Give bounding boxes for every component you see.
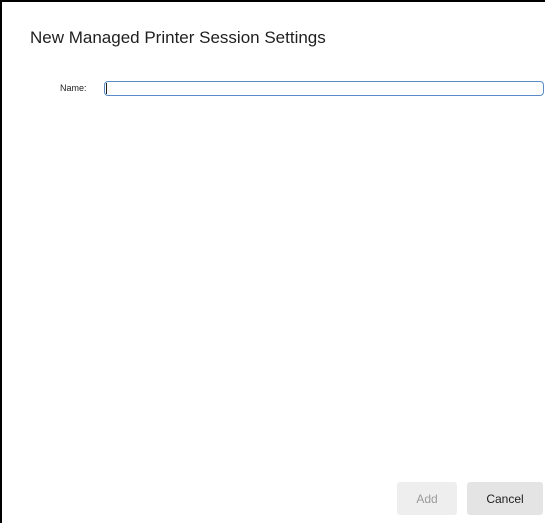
name-label: Name: — [60, 83, 87, 93]
add-button[interactable]: Add — [397, 482, 457, 515]
name-input[interactable] — [104, 81, 544, 96]
dialog-title: New Managed Printer Session Settings — [30, 28, 326, 47]
cancel-button[interactable]: Cancel — [467, 482, 543, 515]
new-session-dialog: New Managed Printer Session Settings Nam… — [0, 0, 545, 523]
text-caret — [106, 83, 107, 94]
